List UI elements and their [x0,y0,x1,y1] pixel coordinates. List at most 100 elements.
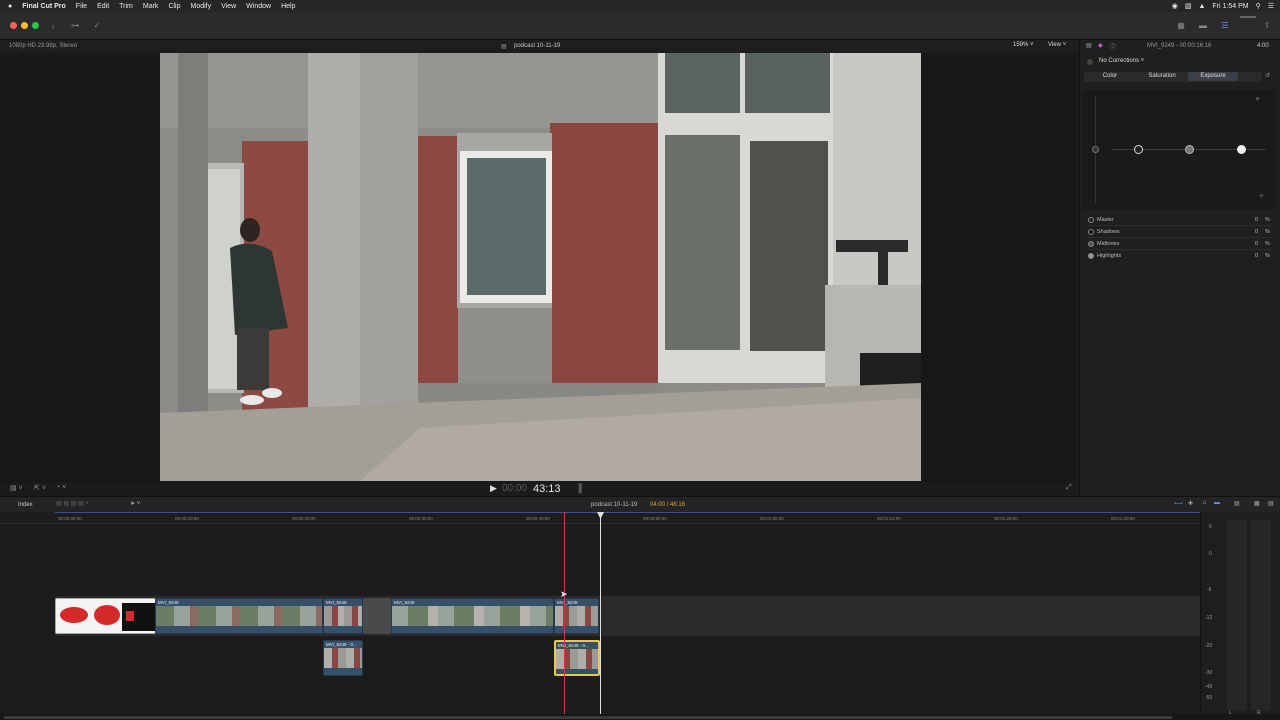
tab-exposure[interactable]: Exposure [1188,72,1238,81]
inspector-duration: 4:00 [1257,43,1269,49]
menu-mark[interactable]: Mark [138,3,164,10]
menu-file[interactable]: File [71,3,92,10]
param-value[interactable]: 0 [1255,238,1258,250]
correction-toggle[interactable] [1087,59,1093,65]
param-value[interactable]: 0 [1255,226,1258,238]
viewer-options-icon[interactable]: ▤ ˅ [10,484,23,492]
tab-color[interactable]: Color [1084,72,1136,81]
fullscreen-icon[interactable]: ⤢ [1066,484,1072,492]
highlights-puck[interactable] [1237,145,1246,154]
audio-meters-icon[interactable]: ▤ [1234,500,1240,507]
menu-edit[interactable]: Edit [92,3,114,10]
menu-window[interactable]: Window [241,3,276,10]
minimize-window-button[interactable] [21,22,28,29]
timeline-scrollbar[interactable] [0,714,1280,720]
timeline-clip[interactable]: MVI_9249 [554,598,599,634]
zoom-level-menu[interactable]: 159% ˅ [1013,42,1034,48]
inspector-toggle-icon[interactable]: ☰ [1216,20,1234,32]
timeline-toggle-icon[interactable]: ▬ [1194,20,1212,32]
import-icon[interactable]: ↓ [44,20,62,32]
param-unit: % [1265,241,1270,247]
param-value[interactable]: 0 [1255,214,1258,226]
corrections-menu[interactable]: No Corrections ˅ [1099,58,1144,64]
clip-thumbnails [324,606,362,626]
color-inspector: ▤ ◆ ⓘ MVI_9249 - 00:00:16:16 4:00 No Cor… [1079,40,1280,496]
board-add-icon: ✳ [1255,97,1261,103]
midtones-puck[interactable] [1185,145,1194,154]
snapping-icon[interactable]: ✚ [1188,500,1193,507]
gap-clip[interactable] [363,598,391,634]
zoom-window-button[interactable] [32,22,39,29]
clip-label: MVI_9249 - 0... [558,643,589,648]
clip-appearance-icons[interactable]: ▤ ▤ ▤ ▤ ˅ [56,500,89,507]
audio-skimming-icon[interactable]: ♫ [1202,500,1207,506]
timeline-clip[interactable]: MVI_9249 [323,598,363,634]
param-value[interactable]: 0 [1255,250,1258,262]
connected-clip[interactable]: MVI_9249 - 0... [323,640,363,676]
menu-bar: ● Final Cut Pro File Edit Trim Mark Clip… [0,0,1280,12]
background-tasks-icon[interactable]: ✓ [88,20,106,32]
menu-trim[interactable]: Trim [114,3,138,10]
menu-clip[interactable]: Clip [163,3,185,10]
spotlight-search-icon[interactable]: ⚲ [1256,2,1261,10]
effects-browser-icon[interactable]: ▦ [1254,500,1260,507]
notification-center-icon[interactable]: ☰ [1268,2,1274,10]
color-inspector-icon[interactable]: ◆ [1098,42,1103,49]
param-row-highlights[interactable]: Highlights 0 % [1085,250,1275,262]
shadows-dot-icon [1088,229,1094,235]
transform-tools-icon[interactable]: ⇱ ˅ [34,484,46,492]
ruler-label: 00:01:30:00 [1111,516,1135,521]
record-icon[interactable]: ◉ [1172,2,1178,10]
final-cut-pro-window: ● Final Cut Pro File Edit Trim Mark Clip… [0,0,1280,720]
menu-view[interactable]: View [216,3,241,10]
reset-icon[interactable]: ↺ [1265,72,1270,79]
video-inspector-icon[interactable]: ▤ [1086,42,1092,49]
menu-clock[interactable]: Fri 1:54 PM [1212,3,1248,10]
timeline-clip[interactable]: MVI_9249 [155,598,323,634]
skimmer-line[interactable] [564,512,565,714]
master-puck[interactable] [1092,146,1099,153]
solo-icon[interactable]: ▬ [1214,500,1220,506]
inspector-clip-info: MVI_9249 - 00:00:16:16 [1147,43,1212,49]
clip-thumbnails [156,606,322,626]
keyword-icon[interactable]: ⊶ [66,20,84,32]
param-label: Master [1097,217,1114,223]
scrollbar-thumb[interactable] [4,716,1172,719]
play-button-icon[interactable]: ▶ [490,483,497,494]
param-label: Shadows [1097,229,1120,235]
wifi-icon[interactable]: ▲ [1198,3,1205,10]
clip-thumbnails [555,606,598,626]
info-inspector-icon[interactable]: ⓘ [1110,42,1116,51]
clip-label: MVI_9249 - 0... [326,642,357,647]
connected-clip-selected[interactable]: MVI_9249 - 0... [554,640,600,676]
clip-thumbnails [324,648,362,668]
timeline-header: Index ▤ ▤ ▤ ▤ ˅ ➤ ˅ podcast 10-11-19 04:… [0,496,1280,512]
transitions-browser-icon[interactable]: ▤ [1268,500,1274,507]
shadows-puck[interactable] [1134,145,1143,154]
view-menu[interactable]: View ˅ [1048,42,1066,48]
cast-icon[interactable]: ▧ [1185,2,1192,10]
param-row-shadows[interactable]: Shadows 0 % [1085,226,1275,238]
menu-modify[interactable]: Modify [186,3,217,10]
menu-help[interactable]: Help [276,3,300,10]
timeline-clip[interactable]: MVI_9249 [391,598,554,634]
browser-toggle-icon[interactable]: ▦ [1172,20,1190,32]
exposure-board[interactable]: ✳ ✳ [1083,90,1276,210]
tab-saturation[interactable]: Saturation [1136,72,1188,81]
menu-final-cut-pro[interactable]: Final Cut Pro [17,3,71,10]
apple-menu-icon[interactable]: ● [0,3,17,10]
select-tool-icon[interactable]: ➤ ˅ [130,500,140,507]
param-row-midtones[interactable]: Midtones 0 % [1085,238,1275,250]
close-window-button[interactable] [10,22,17,29]
timecode-display[interactable]: 43:13 [533,483,561,495]
enhancements-icon[interactable]: ◔ ˅ [56,484,66,491]
index-button[interactable]: Index [18,502,33,508]
share-icon[interactable]: ⇧ [1258,20,1276,32]
skimming-icon[interactable]: ⟷ [1174,500,1183,507]
clip-thumbnails [392,606,553,626]
param-row-master[interactable]: Master 0 % [1085,214,1275,226]
video-frame[interactable] [160,53,921,481]
ruler-label: 00:00:20:00 [292,516,316,521]
title-clip[interactable] [55,598,156,634]
playhead-line[interactable] [600,512,601,714]
